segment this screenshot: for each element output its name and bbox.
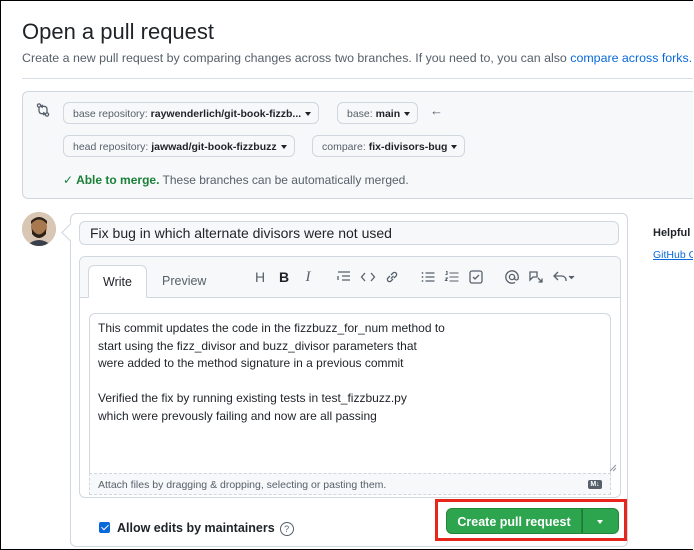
base-branch-select[interactable]: base: main — [337, 102, 419, 124]
compare-branch-label: compare: — [322, 141, 366, 153]
base-repository-label: base repository: — [73, 108, 148, 120]
allow-edits-option[interactable]: Allow edits by maintainers? — [99, 521, 294, 536]
chevron-down-icon — [280, 145, 287, 150]
tab-preview[interactable]: Preview — [148, 265, 220, 297]
compare-across-forks-link[interactable]: compare across forks. — [570, 51, 692, 65]
pr-body-textarea[interactable]: This commit updates the code in the fizz… — [89, 313, 611, 473]
subtitle-text: Create a new pull request by comparing c… — [22, 51, 571, 65]
pull-request-form: Write Preview H B I — [70, 213, 628, 547]
base-repository-select[interactable]: base repository: raywenderlich/git-book-… — [63, 102, 320, 124]
allow-edits-checkbox[interactable] — [99, 522, 110, 533]
pr-body-editor: Write Preview H B I This commit updates … — [79, 256, 621, 498]
base-branch-label: base: — [347, 108, 373, 120]
italic-icon[interactable]: I — [300, 269, 316, 285]
head-repository-value: jawwad/git-book-fizzbuzz — [151, 141, 277, 153]
merge-status-ok: Able to merge. — [76, 173, 160, 187]
chevron-down-icon — [305, 112, 312, 117]
base-repository-value: raywenderlich/git-book-fizzb... — [150, 108, 302, 120]
resize-handle-icon[interactable] — [609, 459, 617, 472]
cross-reference-icon[interactable] — [528, 269, 544, 285]
highlight-box — [435, 499, 627, 541]
pr-title-input[interactable] — [79, 221, 619, 245]
git-compare-icon — [35, 102, 51, 118]
heading-icon[interactable]: H — [252, 269, 268, 285]
head-repository-label: head repository: — [73, 141, 149, 153]
attach-files-text: Attach files by dragging & dropping, sel… — [98, 479, 387, 491]
quote-icon[interactable] — [336, 269, 352, 285]
editor-header: Write Preview H B I — [80, 257, 620, 298]
page-subtitle: Create a new pull request by comparing c… — [22, 51, 692, 65]
help-icon[interactable]: ? — [279, 522, 294, 536]
merge-status: ✓ Able to merge. These branches can be au… — [63, 173, 409, 187]
merge-status-text: These branches can be automatically merg… — [159, 173, 409, 187]
tab-write[interactable]: Write — [88, 265, 147, 298]
chevron-down-icon — [451, 145, 458, 150]
allow-edits-label: Allow edits by maintainers — [117, 521, 275, 535]
markdown-icon[interactable]: M↓ — [588, 480, 602, 489]
head-repository-select[interactable]: head repository: jawwad/git-book-fizzbuz… — [63, 135, 295, 157]
compare-branch-select[interactable]: compare: fix-divisors-bug — [312, 135, 466, 157]
base-branch-value: main — [375, 108, 401, 120]
mention-icon[interactable] — [504, 269, 520, 285]
helpful-resources-heading: Helpful r — [653, 227, 693, 239]
ordered-list-icon[interactable] — [444, 269, 460, 285]
bold-icon[interactable]: B — [276, 269, 292, 285]
github-community-link[interactable]: GitHub C — [653, 249, 693, 261]
avatar[interactable] — [22, 212, 56, 246]
branch-compare-box: base repository: raywenderlich/git-book-… — [22, 91, 693, 199]
link-icon[interactable] — [384, 269, 400, 285]
page-title: Open a pull request — [22, 19, 215, 44]
arrow-left-icon: ← — [430, 103, 443, 118]
task-list-icon[interactable] — [468, 269, 484, 285]
check-icon: ✓ — [63, 173, 74, 187]
code-icon[interactable] — [360, 269, 376, 285]
attach-files-bar[interactable]: Attach files by dragging & dropping, sel… — [89, 473, 611, 495]
chevron-down-icon — [404, 112, 411, 117]
page-frame: Open a pull request Create a new pull re… — [0, 0, 693, 550]
compare-branch-value: fix-divisors-bug — [368, 141, 448, 153]
saved-replies-icon[interactable] — [552, 269, 576, 285]
divider — [22, 78, 693, 79]
unordered-list-icon[interactable] — [420, 269, 436, 285]
